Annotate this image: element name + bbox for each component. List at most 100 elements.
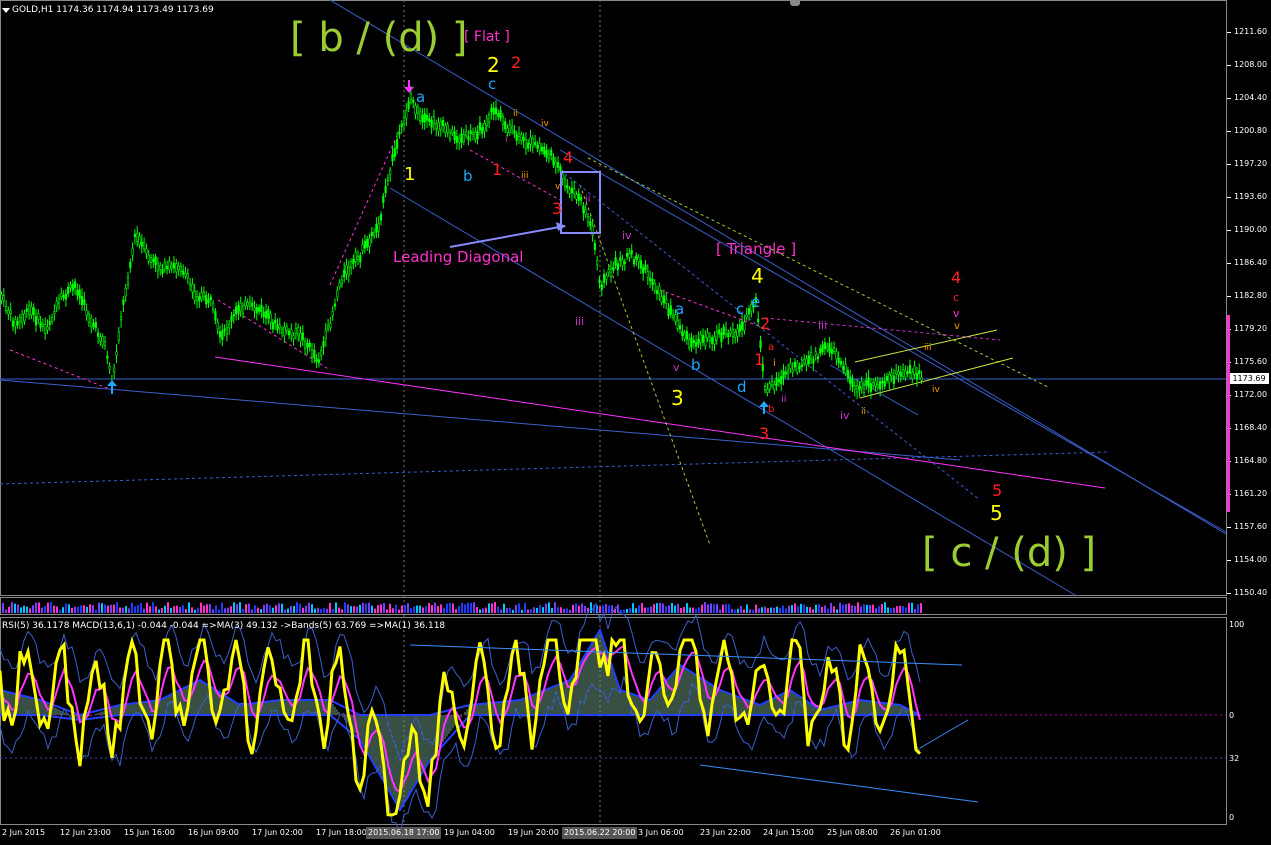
volume-bar [896,606,898,613]
sub-wave-c-red[interactable]: c [953,292,959,303]
candle-body [497,113,500,118]
wave-5-yellow[interactable]: 5 [990,503,1003,523]
volume-bar [722,604,724,613]
volume-bar [665,606,667,613]
candle-body [504,121,507,130]
wave-a-cyan[interactable]: a [416,90,425,105]
volume-bar [236,604,238,613]
candle-body [607,269,610,274]
candle-body [306,342,309,348]
candle-body [492,107,495,115]
triangle-d-cyan[interactable]: d [737,380,747,395]
volume-bar [32,605,34,613]
volume-strip [2,602,922,613]
wave-2-red-2[interactable]: 2 [760,316,770,332]
candle-body [246,302,249,306]
sub-wave-iv-c[interactable]: iv [840,410,850,421]
close-icon[interactable] [790,0,800,6]
triangle-a-cyan[interactable]: a [675,302,684,317]
flat-label[interactable]: [ Flat ] [464,30,510,44]
wave-2-red[interactable]: 2 [511,55,521,71]
candle-body [129,261,132,269]
sub-wave-b-red[interactable]: b [768,405,774,415]
sub-wave-ii-a[interactable]: ii [513,110,518,119]
sub-wave-i-c[interactable]: i [773,359,776,369]
candle-body [2,295,5,302]
price-chart[interactable] [0,0,1271,845]
volume-bar [842,604,844,613]
candle-body [205,294,208,305]
sub-wave-iv-b[interactable]: iv [622,230,632,241]
candle-body [317,359,321,363]
wave-3-yellow[interactable]: 3 [671,388,684,408]
wave-2-yellow[interactable]: 2 [487,55,500,75]
sub-wave-iv-a[interactable]: iv [541,120,549,129]
volume-bar [473,602,475,613]
volume-bar [152,602,154,613]
wave-4-yellow[interactable]: 4 [751,266,764,286]
wave-5-red[interactable]: 5 [992,483,1002,499]
volume-bar [167,602,169,613]
triangle-c-cyan[interactable]: c [736,302,744,317]
volume-bar [359,604,361,613]
candle-body [897,371,900,376]
candle-body [359,255,362,263]
wave-1-red[interactable]: 1 [492,162,502,178]
time-tick: 17 Jun 02:00 [252,828,303,837]
candle-body [276,324,279,331]
volume-bar [116,602,118,613]
sub-wave-ii-orange[interactable]: ii [861,408,866,417]
sub-wave-iii-orange[interactable]: iii [924,344,932,353]
candle-body [669,305,672,315]
sub-wave-iii-c[interactable]: iii [818,320,827,331]
triangle-label[interactable]: [ Triangle ] [716,242,796,257]
candle-body [441,120,445,127]
wave-1-yellow[interactable]: 1 [404,166,415,184]
sub-wave-i-a[interactable]: i [505,136,508,145]
wave-b-cyan[interactable]: b [463,169,473,184]
sub-wave-ii-b[interactable]: ii [585,195,591,205]
volume-bar [449,602,451,613]
sub-wave-iii-a[interactable]: iii [521,172,529,181]
wave-4-red[interactable]: 4 [563,150,573,166]
sub-wave-v-b[interactable]: v [673,362,680,373]
wave-3-red[interactable]: 3 [552,201,562,217]
chart-window[interactable]: GOLD,H1 1174.36 1174.94 1173.49 1173.69 … [0,0,1271,845]
sub-wave-iv-orange[interactable]: iv [932,386,940,395]
volume-bar [590,602,592,613]
trendlines[interactable] [0,0,1227,596]
sub-wave-v-a[interactable]: v [555,183,560,192]
candle-body [257,307,261,312]
sub-wave-v-orange[interactable]: v [954,322,960,332]
wave-c-cyan[interactable]: c [488,77,496,92]
wave-3-red-2[interactable]: 3 [759,426,769,442]
volume-bar [881,604,883,613]
sub-wave-v-pink[interactable]: v [953,308,960,319]
candle-body [384,186,387,194]
candle-body [32,307,35,316]
candle-body [527,142,530,149]
wave-1-red-2[interactable]: 1 [754,352,764,368]
candle-body [660,296,663,303]
triangle-e-cyan[interactable]: e [751,295,760,310]
leading-diagonal-label[interactable]: Leading Diagonal [393,250,523,265]
volume-bar [566,608,568,613]
wave-label-b-d[interactable]: [ b / (d) ] [290,18,468,58]
leading-diagonal-arrow[interactable] [449,225,566,248]
candle-body [646,271,649,278]
candle-body [832,347,836,352]
volume-bar [638,605,640,613]
candle-body [510,126,514,130]
chart-menu-icon[interactable] [2,8,10,13]
wave-4-red-2[interactable]: 4 [951,270,961,286]
volume-bar [491,603,493,613]
candle-body [172,262,176,269]
sub-wave-iii-b[interactable]: iii [575,316,584,327]
candle-body [451,129,454,134]
wave-label-c-d[interactable]: [ c / (d) ] [922,533,1096,573]
sub-wave-ii-c[interactable]: ii [781,395,787,405]
triangle-b-cyan[interactable]: b [691,358,701,373]
sub-wave-a-red[interactable]: a [768,343,774,353]
price-tick: 1179.20 [1234,324,1268,333]
volume-bar [674,605,676,613]
